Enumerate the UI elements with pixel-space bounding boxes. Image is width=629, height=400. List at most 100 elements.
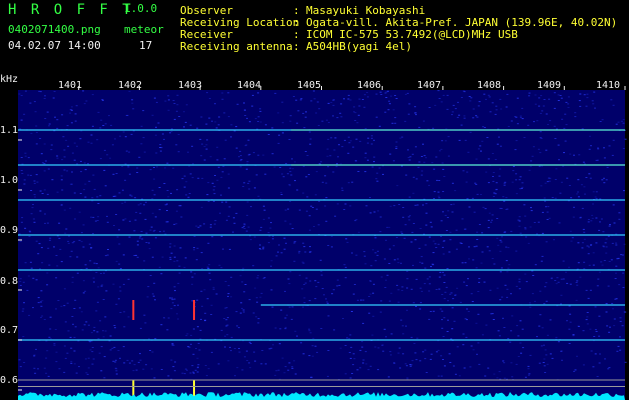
- noise-speckle: [196, 371, 199, 373]
- noise-speckle: [32, 277, 35, 279]
- noise-speckle: [27, 157, 30, 159]
- noise-speckle: [325, 119, 328, 121]
- noise-speckle: [620, 254, 623, 256]
- noise-speckle: [198, 349, 201, 351]
- noise-speckle: [26, 289, 29, 291]
- noise-speckle: [80, 171, 83, 173]
- noise-speckle: [179, 247, 182, 249]
- noise-speckle: [270, 289, 273, 291]
- noise-speckle: [568, 185, 571, 186]
- noise-speckle: [471, 301, 474, 302]
- noise-speckle: [245, 230, 248, 232]
- noise-speckle: [252, 265, 255, 267]
- noise-speckle: [609, 224, 611, 226]
- noise-speckle: [283, 248, 286, 250]
- noise-speckle: [40, 153, 43, 155]
- noise-speckle: [580, 184, 583, 186]
- noise-speckle: [103, 169, 106, 171]
- noise-speckle: [344, 277, 347, 279]
- noise-speckle: [424, 244, 427, 246]
- noise-speckle: [139, 212, 142, 214]
- noise-speckle: [476, 193, 479, 195]
- noise-speckle: [340, 116, 343, 118]
- noise-speckle: [127, 166, 130, 168]
- noise-speckle: [581, 242, 584, 244]
- noise-speckle: [463, 367, 466, 369]
- y-tick-label: 0.8: [0, 276, 19, 287]
- noise-speckle: [449, 239, 452, 241]
- noise-speckle: [53, 246, 55, 248]
- noise-speckle: [483, 127, 486, 128]
- noise-speckle: [164, 100, 167, 102]
- noise-speckle: [442, 94, 445, 96]
- noise-speckle: [241, 369, 244, 371]
- noise-speckle: [565, 124, 568, 126]
- noise-speckle: [478, 281, 481, 283]
- noise-speckle: [451, 307, 454, 309]
- noise-speckle: [135, 211, 138, 213]
- noise-speckle: [472, 259, 475, 261]
- noise-speckle: [264, 363, 267, 365]
- noise-speckle: [20, 95, 23, 96]
- noise-speckle: [199, 225, 202, 227]
- noise-speckle: [590, 350, 593, 352]
- noise-speckle: [393, 259, 396, 261]
- noise-speckle: [74, 218, 76, 220]
- noise-speckle: [196, 326, 199, 328]
- noise-speckle: [442, 240, 445, 242]
- noise-speckle: [506, 296, 509, 298]
- noise-speckle: [135, 369, 138, 371]
- noise-speckle: [143, 204, 146, 206]
- x-tick-label: 1403: [178, 80, 203, 91]
- noise-speckle: [315, 112, 318, 114]
- noise-speckle: [259, 121, 262, 123]
- noise-speckle: [203, 289, 206, 291]
- noise-speckle: [498, 175, 501, 177]
- noise-speckle: [332, 171, 335, 173]
- noise-speckle: [173, 103, 176, 104]
- noise-speckle: [261, 350, 264, 351]
- noise-speckle: [145, 364, 148, 366]
- noise-speckle: [373, 211, 376, 213]
- noise-speckle: [611, 303, 614, 304]
- noise-speckle: [37, 253, 40, 255]
- noise-speckle: [478, 278, 481, 280]
- noise-speckle: [541, 211, 544, 213]
- noise-speckle: [486, 246, 489, 248]
- noise-speckle: [91, 347, 94, 348]
- noise-speckle: [540, 185, 543, 187]
- noise-speckle: [478, 363, 481, 365]
- noise-speckle: [403, 237, 406, 239]
- noise-speckle: [128, 236, 131, 238]
- noise-speckle: [397, 301, 400, 303]
- noise-speckle: [154, 237, 157, 239]
- noise-speckle: [612, 104, 615, 106]
- noise-speckle: [293, 161, 296, 163]
- noise-speckle: [163, 183, 166, 184]
- noise-speckle: [65, 139, 68, 141]
- noise-speckle: [154, 216, 157, 218]
- noise-speckle: [435, 247, 438, 248]
- noise-speckle: [521, 328, 524, 330]
- noise-speckle: [73, 336, 76, 338]
- noise-speckle: [277, 251, 279, 253]
- noise-speckle: [401, 290, 404, 291]
- noise-speckle: [502, 360, 505, 362]
- noise-speckle: [82, 280, 85, 282]
- noise-speckle: [390, 292, 393, 294]
- noise-speckle: [226, 317, 229, 319]
- noise-speckle: [423, 161, 426, 163]
- noise-speckle: [34, 372, 37, 374]
- noise-speckle: [393, 205, 396, 207]
- noise-speckle: [139, 327, 142, 329]
- noise-speckle: [271, 235, 274, 237]
- noise-speckle: [131, 360, 134, 362]
- noise-speckle: [155, 126, 157, 128]
- noise-speckle: [444, 214, 447, 216]
- noise-speckle: [149, 229, 152, 231]
- noise-speckle: [100, 285, 103, 287]
- noise-speckle: [238, 351, 241, 353]
- noise-speckle: [44, 118, 47, 119]
- noise-speckle: [78, 307, 81, 309]
- noise-speckle: [324, 175, 327, 177]
